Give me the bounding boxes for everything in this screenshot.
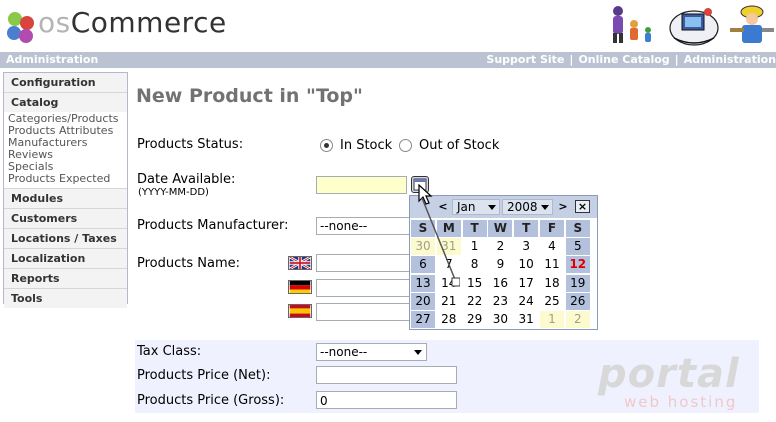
- products-manufacturer-label: Products Manufacturer:: [137, 218, 289, 233]
- calendar-day-cell[interactable]: 15: [463, 275, 487, 292]
- calendar-next-button[interactable]: >: [556, 200, 570, 213]
- calendar-day-cell[interactable]: 1: [463, 238, 487, 255]
- chevron-down-icon: [541, 205, 549, 210]
- sidebar-item-locations-taxes[interactable]: Locations / Taxes: [4, 229, 127, 249]
- german-flag-icon: [288, 280, 312, 294]
- header-illustrations-icon: [613, 5, 774, 46]
- calendar-day-of-week: S: [565, 220, 590, 237]
- products-name-spanish-input[interactable]: [316, 303, 409, 321]
- calendar-year-select[interactable]: 2008: [502, 199, 553, 215]
- chevron-down-icon: [488, 205, 496, 210]
- calendar-day-cell[interactable]: 19: [565, 274, 590, 292]
- calendar-day-cell[interactable]: 1: [540, 311, 564, 328]
- calendar-day-cell[interactable]: 3: [514, 238, 538, 255]
- sidebar-subitem-products-expected[interactable]: Products Expected: [4, 173, 127, 185]
- sidebar-item-reports[interactable]: Reports: [4, 269, 127, 289]
- topbar-links: Support Site | Online Catalog | Administrati…: [486, 52, 776, 68]
- calendar-day-cell[interactable]: 8: [463, 256, 487, 273]
- calendar-day-cell[interactable]: 26: [565, 292, 590, 310]
- tax-class-select[interactable]: --none--: [316, 343, 427, 361]
- products-status-label: Products Status:: [137, 137, 244, 152]
- calendar-close-button[interactable]: ×: [575, 200, 590, 213]
- calendar-day-cell[interactable]: 10: [514, 256, 538, 273]
- logo-name: Commerce: [70, 6, 227, 39]
- administration-link[interactable]: Administration: [684, 53, 776, 66]
- price-gross-label: Products Price (Gross):: [137, 393, 285, 408]
- manufacturer-select-value: --none--: [320, 219, 368, 233]
- sidebar-item-configuration[interactable]: Configuration: [4, 73, 127, 93]
- in-stock-label[interactable]: In Stock: [340, 138, 392, 153]
- calendar-day-of-week: W: [488, 220, 513, 237]
- calendar-day-cell[interactable]: 4: [540, 238, 564, 255]
- calendar-day-cell[interactable]: 25: [540, 293, 564, 310]
- watermark-word: portal: [598, 351, 740, 397]
- logo-balls-icon: [7, 12, 34, 43]
- calendar-day-cell[interactable]: 2: [488, 238, 512, 255]
- sidebar-item-modules[interactable]: Modules: [4, 189, 127, 209]
- logo-prefix: os: [38, 6, 71, 39]
- topbar-title: Administration: [6, 53, 99, 66]
- calendar-day-cell[interactable]: 5: [565, 238, 590, 256]
- tax-class-label: Tax Class:: [137, 344, 202, 359]
- calendar-day-cell[interactable]: 17: [514, 275, 538, 292]
- calendar-day-cell[interactable]: 28: [437, 311, 461, 328]
- catalog-submenu: Categories/Products Products Attributes …: [4, 112, 127, 189]
- calendar-day-cell[interactable]: 30: [488, 311, 512, 328]
- topbar-separator: |: [569, 53, 574, 66]
- price-gross-input[interactable]: 0: [316, 391, 457, 409]
- tax-class-select-value: --none--: [320, 345, 368, 359]
- price-net-input[interactable]: [316, 366, 457, 384]
- in-stock-radio[interactable]: [320, 139, 333, 152]
- calendar-day-cell[interactable]: 16: [488, 275, 512, 292]
- calendar-day-of-week: T: [462, 220, 487, 237]
- products-name-english-input[interactable]: [316, 254, 409, 272]
- calendar-day-cell[interactable]: 31: [514, 311, 538, 328]
- watermark-sub: web hosting: [624, 393, 738, 411]
- date-format-hint: (YYYY-MM-DD): [138, 187, 209, 198]
- sidebar-item-tools[interactable]: Tools: [4, 289, 127, 308]
- admin-topbar: Administration Support Site | Online Catal…: [0, 52, 776, 68]
- calendar-day-cell[interactable]: 24: [514, 293, 538, 310]
- spanish-flag-icon: [288, 304, 312, 318]
- calendar-day-cell[interactable]: 21: [437, 293, 461, 310]
- family-icon: [613, 6, 651, 43]
- admin-sidebar: Configuration Catalog Categories/Product…: [3, 72, 128, 308]
- support-site-link[interactable]: Support Site: [486, 53, 564, 66]
- price-net-label: Products Price (Net):: [137, 368, 271, 383]
- sidebar-item-customers[interactable]: Customers: [4, 209, 127, 229]
- pointer-trail-icon: [421, 197, 460, 287]
- portal-watermark: portal web hosting: [598, 351, 744, 413]
- out-of-stock-label[interactable]: Out of Stock: [419, 138, 499, 153]
- calendar-day-of-week: T: [514, 220, 539, 237]
- date-available-input[interactable]: [316, 176, 407, 194]
- page-title: New Product in "Top": [136, 85, 363, 107]
- calendar-day-cell[interactable]: 11: [540, 256, 564, 273]
- chevron-down-icon: [414, 350, 422, 355]
- calendar-day-cell[interactable]: 23: [488, 293, 512, 310]
- calendar-day-of-week: F: [540, 220, 564, 237]
- topbar-separator: |: [674, 53, 679, 66]
- calendar-day-cell[interactable]: 29: [463, 311, 487, 328]
- calendar-day-cell[interactable]: 27: [411, 311, 435, 328]
- sidebar-item-catalog[interactable]: Catalog: [4, 93, 127, 112]
- products-name-german-input[interactable]: [316, 279, 409, 297]
- calendar-day-cell[interactable]: 18: [540, 275, 564, 292]
- online-catalog-link[interactable]: Online Catalog: [578, 53, 669, 66]
- calendar-day-cell[interactable]: 9: [488, 256, 512, 273]
- manufacturer-select[interactable]: --none--: [316, 217, 409, 235]
- computer-shopping-icon: [669, 8, 719, 46]
- calendar-year-value: 2008: [507, 200, 538, 214]
- calendar-day-cell[interactable]: 2: [565, 311, 590, 328]
- sidebar-item-localization[interactable]: Localization: [4, 249, 127, 269]
- calendar-day-cell[interactable]: 22: [463, 293, 487, 310]
- english-flag-icon: [288, 256, 312, 270]
- calendar-day-cell[interactable]: 12: [565, 256, 590, 274]
- calendar-day-cell[interactable]: 20: [411, 292, 435, 310]
- date-available-label: Date Available:: [137, 172, 236, 187]
- worker-icon: [730, 5, 774, 43]
- products-name-label: Products Name:: [137, 256, 240, 271]
- out-of-stock-radio[interactable]: [399, 139, 412, 152]
